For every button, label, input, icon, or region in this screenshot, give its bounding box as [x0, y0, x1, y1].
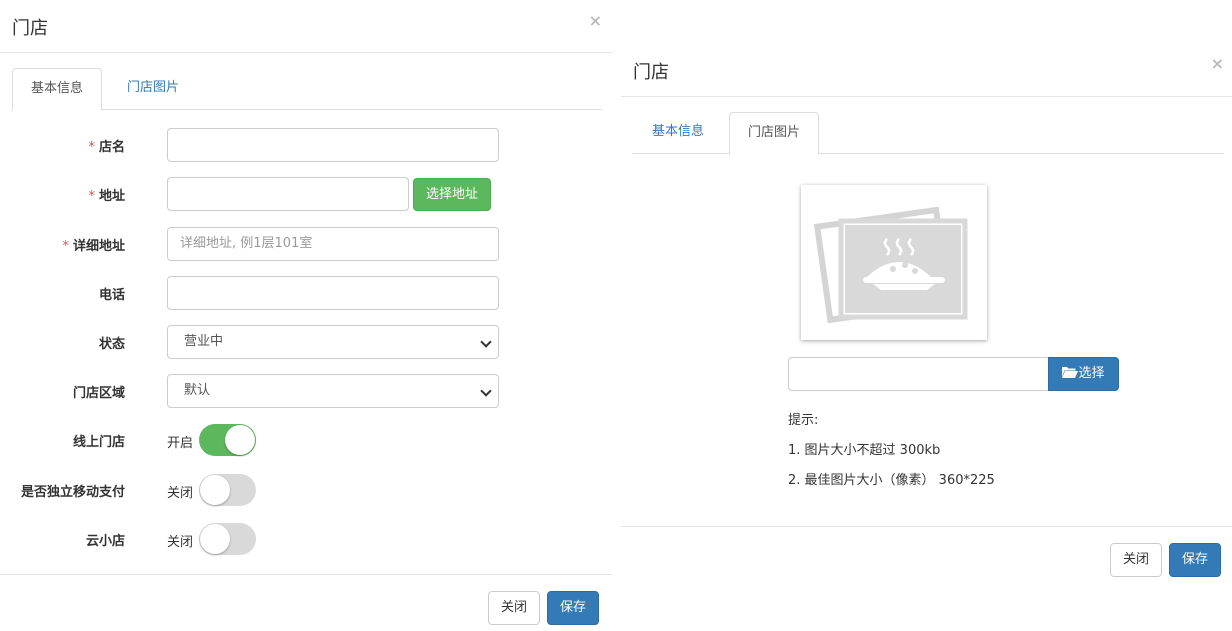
- folder-open-icon: [1062, 367, 1079, 378]
- close-icon[interactable]: ×: [1211, 54, 1224, 73]
- chevron-down-icon: [480, 385, 492, 397]
- modal-footer: 关闭 保存: [0, 574, 612, 631]
- image-file-input[interactable]: [788, 357, 1048, 391]
- field-label: * 详细地址: [62, 235, 125, 254]
- save-button[interactable]: 保存: [1169, 543, 1222, 577]
- tab-store-images[interactable]: 门店图片: [729, 112, 820, 155]
- field-label: * 地址: [88, 185, 125, 204]
- field-label-text: 线上门店: [72, 435, 125, 450]
- status-select[interactable]: 营业中: [167, 325, 499, 359]
- form-row-status: 状态 营业中: [0, 325, 600, 359]
- close-button[interactable]: 关闭: [488, 591, 541, 625]
- switch-state-text: 关闭: [167, 486, 194, 501]
- choose-button-label: 选择: [1078, 366, 1105, 381]
- required-mark: *: [62, 239, 69, 254]
- switch-state-text: 关闭: [167, 535, 194, 550]
- toggle-knob: [200, 475, 230, 505]
- detail-address-input[interactable]: 详细地址, 例1层101室: [167, 227, 499, 261]
- field-label-text: 云小店: [85, 534, 125, 549]
- tips-heading: 提示:: [788, 413, 819, 428]
- store-name-input[interactable]: [167, 128, 499, 162]
- form-row-online-store: 线上门店 开启: [0, 423, 600, 457]
- toggle-knob: [225, 425, 255, 455]
- online-store-toggle[interactable]: [199, 424, 256, 456]
- save-button[interactable]: 保存: [547, 591, 600, 625]
- tab-bar: 基本信息 门店图片: [632, 112, 1224, 155]
- tab-store-images[interactable]: 门店图片: [109, 68, 197, 110]
- field-label-text: 是否独立移动支付: [20, 485, 125, 500]
- form-row-phone: 电话: [0, 276, 600, 310]
- tab-basic-info[interactable]: 基本信息: [12, 68, 103, 111]
- field-label: 状态: [99, 333, 125, 352]
- mobile-pay-toggle[interactable]: [199, 474, 256, 506]
- status-select-value: 营业中: [184, 334, 224, 349]
- form-row-mobile-pay: 是否独立移动支付 关闭: [0, 473, 600, 507]
- close-icon[interactable]: ×: [589, 11, 602, 30]
- field-label-text: 状态: [98, 337, 125, 352]
- close-button[interactable]: 关闭: [1110, 543, 1163, 577]
- phone-input[interactable]: [167, 276, 499, 310]
- modal-title: 门店: [12, 18, 48, 39]
- select-address-button[interactable]: 选择地址: [413, 178, 492, 211]
- switch-state-text: 开启: [167, 436, 194, 451]
- form-row-address: * 地址 选择地址: [0, 177, 600, 211]
- store-image-preview: [801, 185, 987, 340]
- field-label-text: 详细地址: [72, 239, 125, 254]
- modal-title: 门店: [633, 62, 669, 83]
- modal-footer: 关闭 保存: [621, 526, 1232, 631]
- choose-image-button[interactable]: 选择: [1048, 357, 1119, 391]
- field-label-text: 电话: [98, 288, 125, 303]
- required-mark: *: [88, 140, 95, 155]
- toggle-knob: [200, 524, 230, 554]
- field-label: 线上门店: [73, 431, 125, 450]
- form-row-name: * 店名: [0, 128, 600, 162]
- field-label-text: 地址: [98, 189, 125, 204]
- food-image-placeholder-icon: [813, 206, 968, 324]
- modal-header: 门店 ×: [0, 0, 612, 53]
- tab-bar: 基本信息 门店图片: [12, 68, 602, 111]
- field-label-text: 店名: [98, 140, 125, 155]
- form-row-area: 门店区域 默认: [0, 374, 600, 408]
- field-label: 门店区域: [73, 382, 125, 401]
- chevron-down-icon: [480, 336, 492, 348]
- field-label: 是否独立移动支付: [21, 481, 125, 500]
- cloud-store-toggle[interactable]: [199, 523, 256, 555]
- tip-line-1: 1. 图片大小不超过 300kb: [788, 443, 941, 458]
- field-label: 云小店: [86, 530, 125, 549]
- tip-line-2: 2. 最佳图片大小（像素） 360*225: [788, 473, 995, 488]
- area-select[interactable]: 默认: [167, 374, 499, 408]
- tab-basic-info[interactable]: 基本信息: [634, 112, 722, 154]
- address-input[interactable]: [167, 177, 409, 211]
- form-row-detail-address: * 详细地址 详细地址, 例1层101室: [0, 227, 600, 261]
- area-select-value: 默认: [184, 383, 211, 398]
- store-modal-basic-info: 门店 × 基本信息 门店图片 * 店名 * 地址 选择地址 * 详细地址 详细地址, …: [0, 0, 612, 631]
- modal-header: 门店 ×: [621, 44, 1232, 97]
- required-mark: *: [88, 189, 95, 204]
- field-label-text: 门店区域: [72, 386, 125, 401]
- field-label: * 店名: [88, 136, 125, 155]
- form-row-cloud-store: 云小店 关闭: [0, 522, 600, 556]
- field-label: 电话: [99, 284, 125, 303]
- store-modal-images: 门店 × 基本信息 门店图片 选择 提示: 1. 图片大小不超过 300kb 2…: [621, 44, 1232, 631]
